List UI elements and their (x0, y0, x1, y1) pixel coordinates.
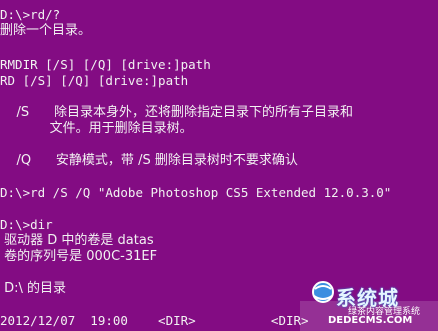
console-line: D:\>dir (0, 217, 53, 232)
console-line: D:\>rd/? (0, 7, 61, 22)
console-line: RD [/S] [/Q] [drive:]path (0, 73, 189, 88)
console-line: RMDIR [/S] [/Q] [drive:]path (0, 57, 211, 72)
watermark-url: DEDECMS.COM (328, 315, 413, 326)
console-line: 驱动器 D 中的卷是 datas (0, 233, 154, 248)
console-line: 删除一个目录。 (0, 23, 92, 38)
console-line: /S 除目录本身外，还将删除指定目录下的所有子目录和 (0, 105, 353, 120)
console-line: /Q 安静模式，带 /S 删除目录树时不要求确认 (0, 153, 298, 168)
console-line: 文件。用于删除目录树。 (0, 121, 193, 136)
console-line: D:\>rd /S /Q "Adobe Photoshop CS5 Extend… (0, 185, 392, 200)
globe-logo-icon (312, 281, 334, 303)
console-line: 2012/12/07 19:00 <DIR> <DIR> (0, 313, 309, 328)
console-line: D:\ 的目录 (0, 281, 67, 296)
site-watermark: 系统城 绿茶内容管理系统 DEDECMS.COM (300, 277, 438, 331)
console-line: 卷的序列号是 000C-31EF (0, 249, 158, 264)
